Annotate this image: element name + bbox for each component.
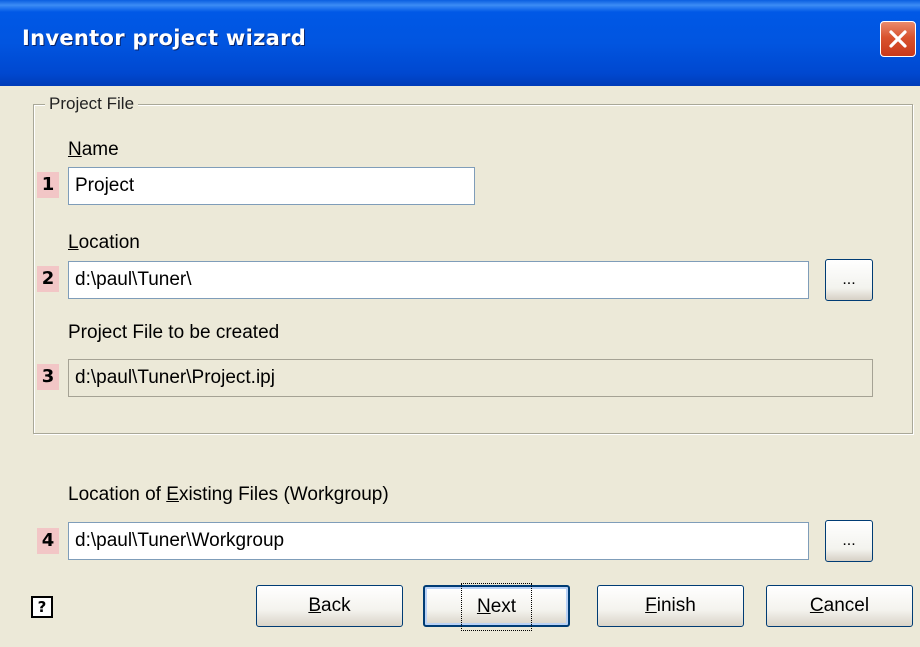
step-badge-2: 2 [37, 266, 59, 292]
next-button[interactable]: Next [423, 583, 570, 631]
location-browse-button[interactable]: ... [825, 259, 873, 301]
workgroup-input[interactable]: d:\paul\Tuner\Workgroup [68, 522, 809, 560]
location-label: Location [68, 232, 140, 253]
window-title: Inventor project wizard [22, 26, 307, 50]
workgroup-browse-button[interactable]: ... [825, 520, 873, 562]
name-label: Name [68, 139, 119, 160]
step-badge-1: 1 [37, 172, 59, 198]
project-file-label: Project File to be created [68, 322, 280, 343]
close-button[interactable] [880, 21, 916, 57]
workgroup-label: Location of Existing Files (Workgroup) [68, 484, 389, 505]
location-input[interactable]: d:\paul\Tuner\ [68, 261, 809, 299]
group-label: Project File [45, 94, 139, 114]
cancel-button[interactable]: Cancel [766, 585, 913, 627]
step-badge-4: 4 [37, 528, 59, 554]
help-icon[interactable]: ? [31, 596, 53, 618]
finish-button[interactable]: Finish [597, 585, 744, 627]
close-icon [889, 30, 907, 48]
step-badge-3: 3 [37, 364, 59, 390]
project-file-path: d:\paul\Tuner\Project.ipj [68, 359, 873, 397]
back-button[interactable]: Back [256, 585, 403, 627]
title-bar[interactable]: Inventor project wizard [0, 0, 920, 86]
name-input[interactable]: Project [68, 167, 475, 205]
